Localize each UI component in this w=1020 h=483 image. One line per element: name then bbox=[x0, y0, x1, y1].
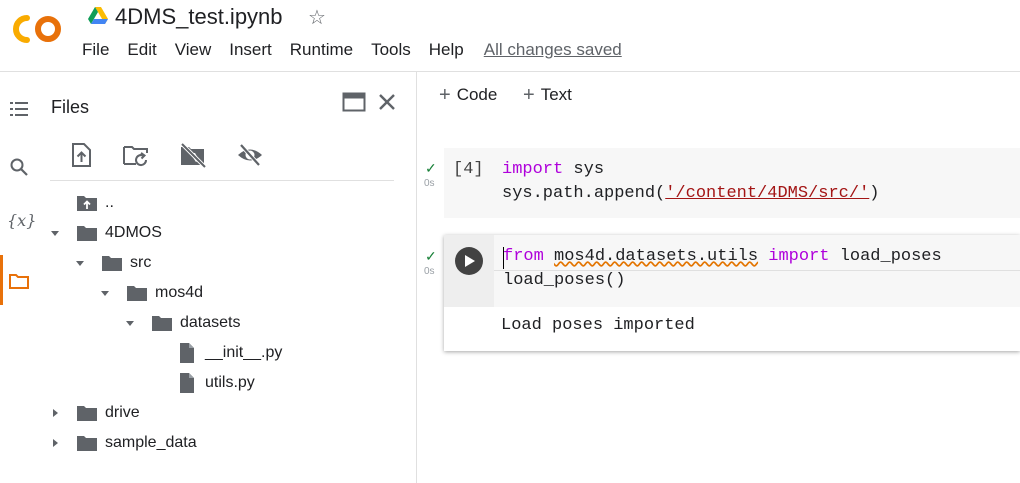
folder-up-icon bbox=[77, 196, 97, 211]
code-line[interactable]: from mos4d.datasets.utils import load_po… bbox=[503, 247, 942, 266]
upload-icon[interactable] bbox=[67, 141, 95, 169]
folder-icon bbox=[102, 256, 122, 271]
folder-icon bbox=[77, 406, 97, 421]
add-code-button[interactable]: + Code bbox=[439, 83, 497, 106]
caret-down-icon[interactable] bbox=[75, 258, 85, 268]
code-line[interactable]: load_poses() bbox=[503, 271, 625, 290]
folder-icon bbox=[77, 226, 97, 241]
tree-label: src bbox=[130, 254, 152, 271]
folder-icon bbox=[77, 436, 97, 451]
toc-icon[interactable] bbox=[8, 98, 30, 120]
file-icon bbox=[180, 373, 194, 393]
tree-row-init-py[interactable]: __init__.py bbox=[0, 339, 410, 369]
tree-label: utils.py bbox=[205, 374, 255, 391]
menu-insert[interactable]: Insert bbox=[229, 40, 272, 62]
tree-row-datasets[interactable]: datasets bbox=[0, 309, 410, 339]
cell-output: Load poses imported bbox=[501, 316, 695, 335]
refresh-folder-icon[interactable] bbox=[122, 141, 150, 169]
tree-label: drive bbox=[105, 404, 140, 421]
tree-row-sample-data[interactable]: sample_data bbox=[0, 429, 410, 459]
search-icon[interactable] bbox=[8, 156, 30, 178]
tree-label: 4DMOS bbox=[105, 224, 162, 241]
save-status-link[interactable]: All changes saved bbox=[484, 40, 622, 62]
tree-row-drive[interactable]: drive bbox=[0, 399, 410, 429]
star-icon[interactable]: ☆ bbox=[308, 5, 326, 30]
hide-files-icon[interactable] bbox=[236, 141, 264, 169]
tree-label: mos4d bbox=[155, 284, 204, 301]
caret-right-icon[interactable] bbox=[50, 408, 60, 418]
tree-label: .. bbox=[105, 194, 114, 211]
colab-logo[interactable] bbox=[10, 12, 64, 46]
tree-row-mos4d[interactable]: mos4d bbox=[0, 279, 410, 309]
close-icon[interactable] bbox=[376, 91, 398, 113]
add-text-button[interactable]: + Text bbox=[523, 83, 572, 106]
menu-bar: File Edit View Insert Runtime Tools Help… bbox=[82, 40, 622, 62]
tree-label: datasets bbox=[180, 314, 241, 331]
menu-tools[interactable]: Tools bbox=[371, 40, 411, 62]
check-icon: ✓ bbox=[425, 248, 437, 264]
run-cell-button[interactable] bbox=[455, 247, 483, 275]
plus-icon: + bbox=[439, 84, 451, 106]
caret-down-icon[interactable] bbox=[100, 288, 110, 298]
open-in-tab-icon[interactable] bbox=[342, 92, 366, 112]
tree-row-4dmos[interactable]: 4DMOS bbox=[0, 219, 410, 249]
panel-divider bbox=[416, 72, 417, 483]
exec-time: 0s bbox=[424, 178, 435, 189]
menu-file[interactable]: File bbox=[82, 40, 109, 62]
folder-icon bbox=[127, 286, 147, 301]
check-icon: ✓ bbox=[425, 160, 437, 176]
file-icon bbox=[180, 343, 194, 363]
menu-runtime[interactable]: Runtime bbox=[290, 40, 353, 62]
code-line[interactable]: import sys bbox=[502, 160, 604, 179]
tree-row-parent[interactable]: .. bbox=[0, 189, 410, 219]
menu-help[interactable]: Help bbox=[429, 40, 464, 62]
menu-edit[interactable]: Edit bbox=[127, 40, 156, 62]
exec-time: 0s bbox=[424, 266, 435, 277]
caret-down-icon[interactable] bbox=[50, 228, 60, 238]
caret-down-icon[interactable] bbox=[125, 318, 135, 328]
menu-view[interactable]: View bbox=[175, 40, 212, 62]
toolbar-divider bbox=[50, 180, 394, 181]
tree-row-src[interactable]: src bbox=[0, 249, 410, 279]
google-drive-icon[interactable] bbox=[88, 7, 108, 25]
code-line[interactable]: sys.path.append('/content/4DMS/src/') bbox=[502, 184, 879, 203]
mount-drive-icon[interactable] bbox=[179, 141, 207, 169]
files-panel-title: Files bbox=[51, 97, 90, 117]
header-divider bbox=[0, 71, 1020, 72]
exec-count: [4] bbox=[453, 160, 484, 179]
notebook-title[interactable]: 4DMS_test.ipynb bbox=[115, 4, 283, 30]
tree-label: __init__.py bbox=[205, 344, 283, 361]
tree-row-utils-py[interactable]: utils.py bbox=[0, 369, 410, 399]
plus-icon: + bbox=[523, 84, 535, 106]
caret-right-icon[interactable] bbox=[50, 438, 60, 448]
tree-label: sample_data bbox=[105, 434, 197, 451]
play-icon bbox=[465, 255, 475, 267]
folder-icon bbox=[152, 316, 172, 331]
code-cell[interactable] bbox=[444, 148, 1020, 218]
